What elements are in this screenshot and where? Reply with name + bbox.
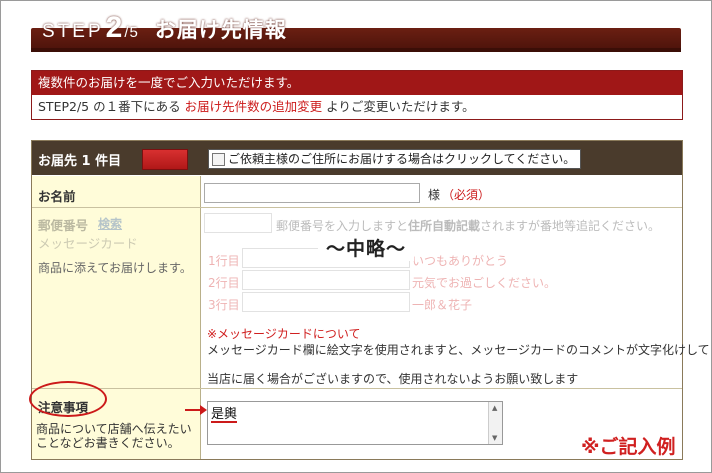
- notice-top-text: 複数件のお届けを一度でご入力いただけます。: [32, 71, 682, 95]
- step-total: /5: [124, 24, 139, 41]
- line-3-input[interactable]: [242, 292, 410, 312]
- row-divider: [32, 388, 682, 389]
- line-2-input[interactable]: [242, 270, 410, 290]
- line-1-example: いつもありがとう: [412, 254, 509, 268]
- card-desc-1: メッセージカード欄に絵文字を使用されますと、メッセージカードのコメントが文字化け…: [207, 343, 710, 357]
- postal-input[interactable]: [204, 213, 272, 233]
- line-3-example: 一郎＆花子: [412, 298, 473, 312]
- line-1-label: 1行目: [208, 254, 240, 268]
- name-suffix: 様: [428, 188, 441, 202]
- postal-hint: 郵便番号を入力しますと住所自動記載されますが番地等追記ください。: [276, 219, 661, 233]
- row-divider: [32, 207, 682, 208]
- notes-value: 是輿: [211, 407, 238, 422]
- delivery-count-label: お届先 1 件目: [38, 154, 122, 169]
- textarea-scrollbar[interactable]: ▲ ▼: [488, 402, 502, 444]
- line-3-label: 3行目: [208, 298, 240, 312]
- delivery-color-swatch: [142, 149, 188, 170]
- pointer-arrow: [185, 405, 207, 415]
- notice-line-suffix: よりご変更いただけます。: [322, 99, 475, 114]
- card-desc-2: 当店に届く場合がございますので、使用されないようお願い致します: [207, 372, 579, 386]
- copy-address-label: ご依頼主様のご住所にお届けする場合はクリックしてください。: [228, 152, 576, 166]
- highlight-circle: [29, 381, 107, 417]
- message-card-label: メッセージカード: [38, 236, 138, 251]
- omitted-marker: ～中略～: [318, 234, 415, 261]
- checkbox-icon[interactable]: [212, 152, 225, 166]
- line-2-example: 元気でお過ごしください。: [412, 276, 557, 290]
- name-input[interactable]: [204, 183, 420, 203]
- value-underline: [211, 421, 237, 423]
- scroll-down-icon[interactable]: ▼: [492, 434, 497, 442]
- notice-bottom-line: STEP2/5 の１番下にある お届け先件数の追加変更 よりご変更いただけます。: [32, 95, 682, 119]
- card-about-note: ※メッセージカードについて: [207, 327, 361, 341]
- required-mark: （必須）: [442, 188, 491, 202]
- postal-label: 郵便番号: [38, 218, 89, 233]
- scroll-up-icon[interactable]: ▲: [492, 404, 497, 412]
- message-card-note: 商品に添えてお届けします。: [38, 261, 192, 275]
- form-header: お届先 1 件目 ご依頼主様のご住所にお届けする場合はクリックしてください。: [32, 141, 682, 175]
- page-title: お届け先情報: [154, 19, 287, 42]
- notes-description: 商品について店舗へ伝えたいことなどお書きください。: [36, 422, 192, 450]
- notice-line-prefix: STEP2/5 の１番下にある: [38, 99, 185, 114]
- step-header: STEP 2 /5 お届け先情報: [42, 11, 287, 51]
- step-word: STEP: [42, 21, 104, 42]
- add-change-link[interactable]: お届け先件数の追加変更: [185, 99, 323, 114]
- name-label: お名前: [38, 189, 76, 204]
- copy-address-checkbox[interactable]: ご依頼主様のご住所にお届けする場合はクリックしてください。: [208, 149, 582, 169]
- notice-box: 複数件のお届けを一度でご入力いただけます。 STEP2/5 の１番下にある お届…: [31, 70, 683, 120]
- postal-search-link[interactable]: 検索: [98, 215, 122, 232]
- notes-textarea[interactable]: 是輿 ▲ ▼: [207, 401, 503, 445]
- step-current: 2: [105, 11, 123, 44]
- example-label: ※ご記入例: [581, 436, 676, 458]
- line-2-label: 2行目: [208, 276, 240, 290]
